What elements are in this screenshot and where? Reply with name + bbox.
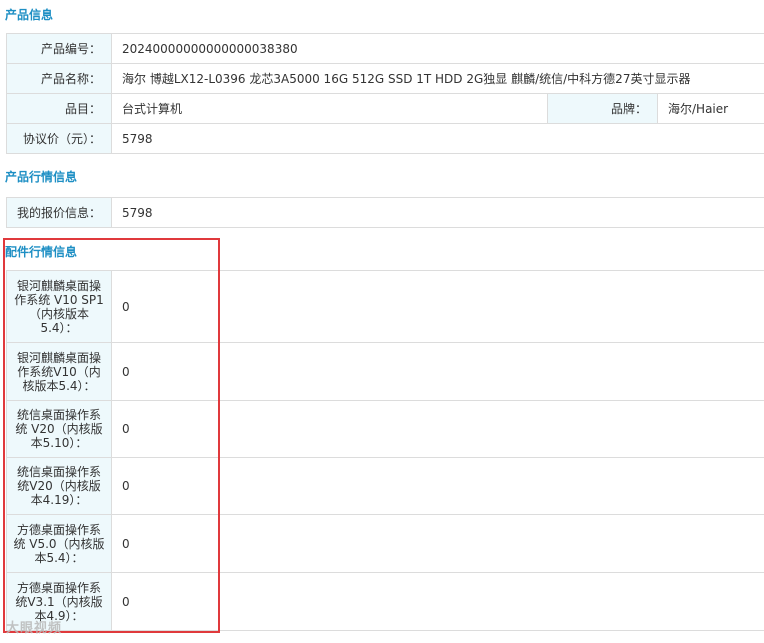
my-quote-value: 5798 bbox=[111, 197, 764, 228]
product-category-row: 品目： 台式计算机 品牌： 海尔/Haier bbox=[6, 93, 764, 124]
parts-row: 方德桌面操作系统 V5.0（内核版本5.4）： 0 bbox=[6, 514, 764, 573]
parts-row-value: 0 bbox=[111, 572, 764, 631]
product-brand-value: 海尔/Haier bbox=[656, 93, 764, 124]
product-name-value: 海尔 博越LX12-L0396 龙芯3A5000 16G 512G SSD 1T… bbox=[110, 63, 764, 94]
parts-row: 银河麒麟桌面操作系统V10（内核版本5.4）： 0 bbox=[6, 342, 764, 401]
parts-row: 银河麒麟桌面操作系统 V10 SP1（内核版本5.4）： 0 bbox=[6, 270, 764, 343]
parts-row-label: 银河麒麟桌面操作系统 V10 SP1（内核版本5.4）： bbox=[6, 270, 112, 343]
product-price-row: 协议价（元）： 5798 bbox=[6, 123, 764, 154]
my-quote-row: 我的报价信息： 5798 bbox=[6, 197, 764, 228]
product-price-value: 5798 bbox=[110, 123, 764, 154]
product-info-table: 产品编号： 20240000000000000038380 产品名称： 海尔 博… bbox=[6, 33, 764, 154]
parts-row-value: 0 bbox=[111, 400, 764, 458]
parts-row-label: 统信桌面操作系统 V20（内核版本5.10）： bbox=[6, 400, 112, 458]
product-name-label: 产品名称： bbox=[6, 63, 112, 94]
product-info-title: 产品信息 bbox=[5, 8, 54, 22]
my-quote-label: 我的报价信息： bbox=[6, 197, 112, 228]
product-name-row: 产品名称： 海尔 博越LX12-L0396 龙芯3A5000 16G 512G … bbox=[6, 63, 764, 94]
product-code-value: 20240000000000000038380 bbox=[110, 33, 764, 64]
watermark: 大眼视频 bbox=[6, 621, 63, 636]
parts-row-label: 方德桌面操作系统 V5.0（内核版本5.4）： bbox=[6, 514, 112, 573]
parts-row-label: 统信桌面操作系统V20（内核版本4.19）： bbox=[6, 457, 112, 515]
parts-row: 方德桌面操作系统V3.1（内核版本4.9）： 0 bbox=[6, 572, 764, 631]
market-info-title: 产品行情信息 bbox=[5, 170, 78, 184]
parts-row-value: 0 bbox=[111, 270, 764, 343]
parts-row-value: 0 bbox=[111, 342, 764, 401]
parts-row-label: 银河麒麟桌面操作系统V10（内核版本5.4）： bbox=[6, 342, 112, 401]
parts-row: 统信桌面操作系统V20（内核版本4.19）： 0 bbox=[6, 457, 764, 515]
product-category-label: 品目： bbox=[6, 93, 112, 124]
product-code-label: 产品编号： bbox=[6, 33, 112, 64]
parts-row-value: 0 bbox=[111, 514, 764, 573]
parts-info-table: 银河麒麟桌面操作系统 V10 SP1（内核版本5.4）： 0 银河麒麟桌面操作系… bbox=[6, 270, 764, 631]
product-price-label: 协议价（元）： bbox=[6, 123, 112, 154]
product-category-value: 台式计算机 bbox=[111, 93, 548, 124]
parts-row: 统信桌面操作系统 V20（内核版本5.10）： 0 bbox=[6, 400, 764, 458]
product-code-row: 产品编号： 20240000000000000038380 bbox=[6, 33, 764, 64]
market-info-table: 我的报价信息： 5798 bbox=[6, 197, 764, 228]
parts-row-value: 0 bbox=[111, 457, 764, 515]
product-brand-label: 品牌： bbox=[547, 93, 658, 124]
parts-info-title: 配件行情信息 bbox=[5, 245, 78, 259]
